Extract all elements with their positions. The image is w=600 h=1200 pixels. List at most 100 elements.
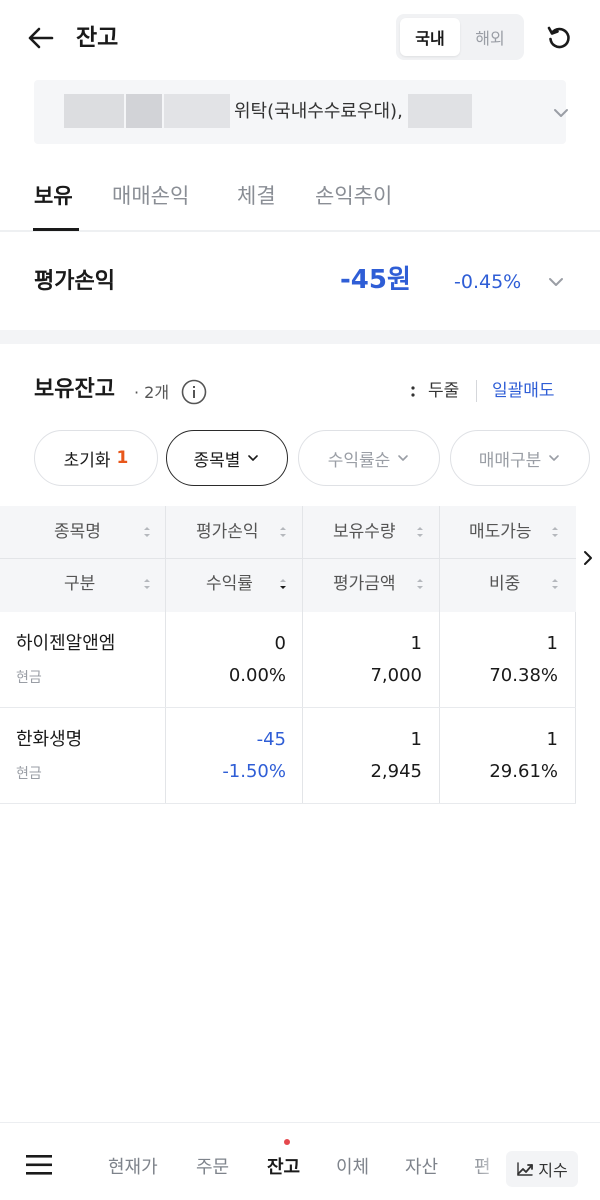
sort-icon [417, 579, 423, 589]
sort-icon [552, 527, 558, 537]
col-header-type[interactable]: 구분 [64, 570, 95, 598]
eval-amount-value: 7,000 [370, 665, 422, 686]
col-header-sellable[interactable]: 매도가능 [469, 518, 532, 546]
by-stock-label: 종목별 [193, 450, 241, 471]
info-icon[interactable] [180, 378, 208, 406]
column-divider [302, 612, 303, 708]
quantity-value: 1 [410, 729, 422, 750]
sort-icon [280, 527, 286, 537]
nav-assets[interactable]: 자산 [405, 1153, 438, 1183]
nav-transfer[interactable]: 이체 [336, 1153, 369, 1183]
account-type-label: 위탁(국내수수료우대), [234, 101, 403, 122]
masked-account-name [164, 94, 230, 128]
market-segment-control: 국내 해외 [396, 14, 524, 60]
nav-notification-dot [284, 1139, 290, 1145]
chevron-right-icon [584, 551, 592, 565]
section-divider [0, 330, 600, 344]
header-divider [476, 380, 477, 402]
col-header-eval-amount[interactable]: 평가금액 [333, 570, 396, 598]
sell-all-button[interactable]: 일괄매도 [492, 376, 555, 406]
sort-icon [144, 579, 150, 589]
column-divider [439, 708, 440, 804]
table-row[interactable]: 한화생명 현금 -45 -1.50% 1 2,945 1 29.61% [0, 708, 576, 804]
bottom-navigation: 현재가 주문 잔고 이체 자산 편 지수 [0, 1122, 600, 1200]
nav-current-price[interactable]: 현재가 [108, 1153, 158, 1183]
weight-value: 29.61% [489, 761, 558, 782]
masked-account-name [64, 94, 124, 128]
chevron-down-icon[interactable] [544, 270, 568, 294]
col-header-stock-name[interactable]: 종목명 [54, 518, 101, 546]
main-tabs: 보유 매매손익 체결 손익추이 [0, 170, 600, 232]
holding-type: 현금 [16, 670, 42, 686]
column-divider [575, 708, 576, 804]
trend-up-icon [517, 1162, 534, 1176]
back-button[interactable] [22, 22, 58, 54]
column-divider [302, 506, 303, 612]
masked-account-name [126, 94, 162, 128]
by-stock-chip[interactable]: 종목별 [166, 430, 288, 486]
tab-trade-pl[interactable]: 매매손익 [112, 178, 189, 214]
nav-balance[interactable]: 잔고 [267, 1153, 300, 1183]
reset-filter-chip[interactable]: 초기화 1 [34, 430, 158, 486]
column-divider [439, 506, 440, 612]
sort-icon [144, 527, 150, 537]
sellable-value: 1 [546, 633, 558, 654]
evaluation-rate: -0.45% [454, 271, 522, 293]
table-row[interactable]: 하이젠알앤엠 현금 0 0.00% 1 7,000 1 70.38% [0, 612, 576, 708]
eval-pl-value: 0 [274, 633, 286, 654]
return-value: -1.50% [222, 761, 286, 782]
evaluation-summary: 평가손익 -45원 -0.45% [0, 234, 600, 330]
reset-label: 초기화 [63, 450, 111, 471]
refresh-button[interactable] [542, 22, 576, 54]
nav-fade-overlay [470, 1143, 510, 1193]
quantity-value: 1 [410, 633, 422, 654]
row-mode-button[interactable]: 두줄 [428, 376, 459, 406]
chevron-down-icon [248, 455, 259, 461]
trade-type-chip[interactable]: 매매구분 [450, 430, 590, 486]
chevron-down-icon [398, 455, 409, 461]
stock-name: 하이젠알앤엠 [16, 633, 116, 654]
holdings-count: · 2개 [134, 383, 170, 402]
header: 잔고 국내 해외 [0, 0, 600, 76]
chevron-down-icon [549, 455, 560, 461]
tab-executions[interactable]: 체결 [237, 178, 276, 214]
return-value: 0.00% [228, 665, 286, 686]
column-divider [575, 612, 576, 708]
col-header-eval-pl[interactable]: 평가손익 [196, 518, 259, 546]
masked-account-number [408, 94, 472, 128]
active-tab-indicator [33, 228, 79, 231]
sort-return-label: 수익률순 [327, 450, 391, 471]
col-header-return[interactable]: 수익률 [206, 570, 253, 598]
table-header: 종목명 평가손익 보유수량 매도가능 구분 수익률 평가금액 비중 [0, 506, 576, 612]
col-header-weight[interactable]: 비중 [489, 570, 520, 598]
col-header-quantity[interactable]: 보유수량 [333, 518, 396, 546]
column-divider [165, 708, 166, 804]
sort-return-chip[interactable]: 수익률순 [298, 430, 440, 486]
account-selector[interactable]: 위탁(국내수수료우대), [34, 80, 568, 144]
column-divider [165, 506, 166, 612]
page-title: 잔고 [76, 25, 119, 51]
tab-holdings[interactable]: 보유 [34, 178, 73, 214]
refresh-icon [547, 26, 570, 49]
table-scroll-right-button[interactable] [576, 540, 600, 576]
column-divider [302, 708, 303, 804]
sort-desc-active-icon [280, 579, 286, 589]
column-divider [165, 612, 166, 708]
index-label: 지수 [538, 1161, 568, 1180]
nav-order[interactable]: 주문 [196, 1153, 229, 1183]
tab-pl-trend[interactable]: 손익추이 [315, 178, 392, 214]
index-button[interactable]: 지수 [506, 1151, 578, 1187]
eval-amount-value: 2,945 [370, 761, 422, 782]
eval-pl-value: -45 [256, 729, 286, 750]
holdings-title: 보유잔고 [34, 377, 115, 402]
reset-count: 1 [116, 448, 129, 468]
trade-type-label: 매매구분 [478, 450, 542, 471]
segment-domestic[interactable]: 국내 [400, 18, 460, 56]
column-divider [439, 612, 440, 708]
chevron-down-icon [554, 109, 568, 117]
hamburger-menu-icon[interactable] [22, 1151, 58, 1179]
segment-overseas[interactable]: 해외 [460, 18, 520, 56]
more-vertical-icon [411, 386, 415, 397]
arrow-left-icon [28, 27, 54, 49]
sort-icon [552, 579, 558, 589]
